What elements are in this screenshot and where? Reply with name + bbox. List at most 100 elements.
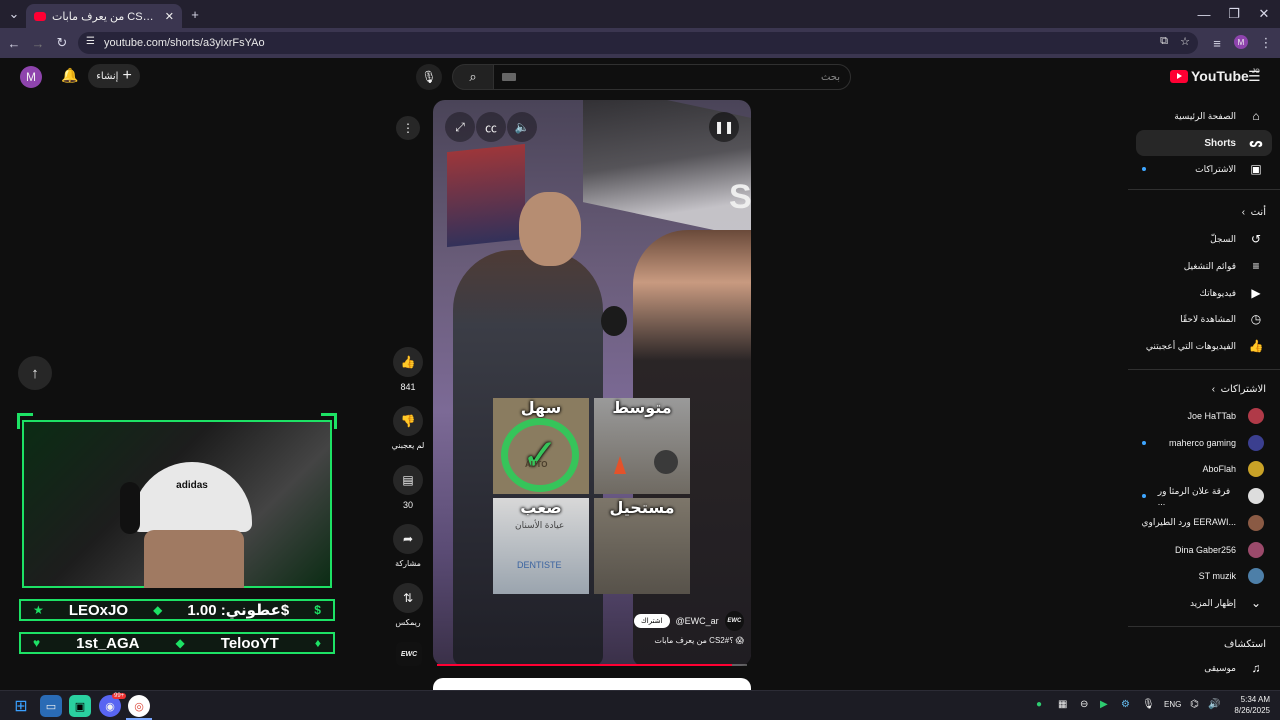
url-text: youtube.com/shorts/a3ylxrFsYAo xyxy=(104,37,265,49)
channel-avatar xyxy=(1248,488,1264,505)
site-info-icon[interactable]: ☰ xyxy=(86,36,95,47)
steam-icon[interactable]: ⚙ xyxy=(1121,699,1130,710)
forward-icon[interactable]: → xyxy=(28,33,48,53)
dislike-button[interactable]: 👎 xyxy=(393,406,423,436)
more-options-icon[interactable]: ⋮ xyxy=(396,116,420,140)
channel-avatar[interactable]: EWC xyxy=(724,611,744,631)
input-language[interactable]: ENG xyxy=(1164,700,1181,709)
minimize-icon[interactable]: — xyxy=(1194,4,1214,24)
comments-action: ▤ 30 xyxy=(393,465,423,510)
sidebar-subscription-item[interactable]: Joe HaTTab xyxy=(1136,403,1272,429)
network-icon[interactable]: ⌬ xyxy=(1190,699,1199,710)
sign-text: عيادة الأسنان xyxy=(515,520,565,530)
share-button[interactable]: ➦ xyxy=(393,524,423,554)
plus-icon: + xyxy=(122,67,132,84)
sidebar-item-shorts[interactable]: Shorts ᔕ xyxy=(1136,130,1272,156)
sound-thumbnail[interactable]: EWC xyxy=(396,642,422,666)
sidebar-subscription-item[interactable]: maherco gaming xyxy=(1136,430,1272,456)
youtube-logo[interactable]: YouTube JO xyxy=(1170,68,1260,84)
windows-start-icon[interactable]: ⊞ xyxy=(10,695,32,717)
file-explorer-icon[interactable]: ▭ xyxy=(40,695,62,717)
clock[interactable]: 5:34 AM 8/26/2025 xyxy=(1226,694,1270,716)
remix-button[interactable]: ⇅ xyxy=(393,583,423,613)
cast-icon[interactable]: ⧉ xyxy=(1160,35,1168,48)
notifications-bell-icon[interactable]: 🔔 xyxy=(61,67,78,84)
media-controls-icon[interactable]: ≡ xyxy=(1207,33,1227,53)
like-button[interactable]: 👍 xyxy=(393,347,423,377)
volume-icon[interactable]: 🔈 xyxy=(507,112,537,142)
sidebar-section-you[interactable]: ‹ أنت xyxy=(1140,207,1266,218)
close-window-icon[interactable]: ✕ xyxy=(1254,4,1274,24)
bookmark-star-icon[interactable]: ☆ xyxy=(1180,35,1190,48)
browser-tab[interactable]: من يعرف مابات CS2#؟ 😱 - ✕ xyxy=(26,4,182,28)
sidebar-item-music[interactable]: موسيقى ♫ xyxy=(1136,655,1272,681)
donation-text: عطوني: 1.00$ xyxy=(187,602,290,619)
tray-play-icon[interactable]: ▶ xyxy=(1100,699,1108,710)
address-bar[interactable]: ☰ youtube.com/shorts/a3ylxrFsYAo ⧉ ☆ xyxy=(78,32,1198,54)
pause-icon[interactable]: ❚❚ xyxy=(709,112,739,142)
subscription-name: maherco gaming xyxy=(1168,437,1236,448)
sidebar-subscription-item[interactable]: ST muzik xyxy=(1136,563,1272,589)
search-placeholder: بحث xyxy=(820,71,840,83)
fullscreen-icon[interactable]: ⤢ xyxy=(445,112,475,142)
app-icon[interactable]: ▣ xyxy=(69,695,91,717)
tab-search-icon[interactable]: ⌄ xyxy=(4,4,24,24)
playlists-icon: ≡ xyxy=(1252,259,1260,273)
restore-icon[interactable]: ❐ xyxy=(1224,4,1244,24)
channel-avatar xyxy=(1248,434,1264,451)
share-action: ➦ مشاركة xyxy=(393,524,423,568)
keyboard-icon[interactable] xyxy=(502,73,516,81)
sidebar-item-home[interactable]: الصفحة الرئيسية ⌂ xyxy=(1136,103,1272,129)
volume-tray-icon[interactable]: 🔊 xyxy=(1208,699,1220,710)
sidebar-item-your-videos[interactable]: فيديوهاتك ▶ xyxy=(1136,280,1272,306)
sidebar-subscription-item[interactable]: فرقة علان الرمثا ور ... xyxy=(1136,483,1272,509)
new-tab-icon[interactable]: + xyxy=(185,4,205,24)
browser-menu-icon[interactable]: ⋮ xyxy=(1256,33,1276,53)
captions-icon[interactable]: ㏄ xyxy=(476,112,506,142)
grid-cell-impossible: مستحيل xyxy=(594,498,690,594)
comments-button[interactable]: ▤ xyxy=(393,465,423,495)
sidebar-subscription-item[interactable]: AboFlah xyxy=(1136,456,1272,482)
comment-count: 30 xyxy=(402,500,413,510)
sidebar-subscription-item[interactable]: ورد الطيراوي EERAWI... xyxy=(1136,510,1272,536)
channel-avatar xyxy=(1248,541,1264,558)
sidebar-item-subscriptions[interactable]: الاشتراكات ▣ xyxy=(1136,156,1272,182)
tray-status-icon[interactable]: ● xyxy=(1036,699,1042,710)
browser-profile-avatar[interactable]: M xyxy=(1234,35,1248,49)
tab-close-icon[interactable]: ✕ xyxy=(165,10,174,23)
comment-icon: ▤ xyxy=(402,473,414,487)
tray-app-icon[interactable]: ⊖ xyxy=(1080,699,1088,710)
channel-avatar xyxy=(1248,408,1264,424)
subscription-name: ST muzik xyxy=(1198,571,1236,582)
search-input[interactable]: بحث xyxy=(493,64,851,90)
search-button[interactable]: ⌕ xyxy=(452,64,494,90)
tray-app-icon[interactable]: ▦ xyxy=(1058,699,1067,710)
sidebar-item-history[interactable]: السجلّ ↺ xyxy=(1136,226,1272,252)
watch-later-icon: ◷ xyxy=(1250,312,1262,326)
donor-banner-row-1: ★ LEOxJO ◆ عطوني: 1.00$ $ xyxy=(19,599,335,621)
account-avatar[interactable]: M xyxy=(20,66,42,88)
sidebar-item-watch-later[interactable]: المشاهدة لاحقًا ◷ xyxy=(1136,306,1272,332)
sidebar-item-label: فيديوهاتك xyxy=(1199,287,1236,298)
reload-icon[interactable]: ↻ xyxy=(52,33,72,53)
subscribe-button[interactable]: اشتراك xyxy=(634,614,670,628)
microphone-tray-icon[interactable]: 🎙 xyxy=(1142,699,1155,710)
chrome-icon[interactable]: ◎ xyxy=(128,695,150,717)
like-count: 841 xyxy=(400,382,416,392)
sidebar-show-more[interactable]: إظهار المزيد ⌄ xyxy=(1136,590,1272,616)
sidebar-section-subscriptions[interactable]: ‹ الاشتراكات xyxy=(1140,384,1266,395)
video-caption[interactable]: من يعرف مابات CS2#؟ 😱 xyxy=(640,636,744,645)
video-progress-bar[interactable] xyxy=(437,664,747,666)
channel-name[interactable]: @EWC_ar xyxy=(676,616,719,626)
subscription-name: Joe HaTTab xyxy=(1187,411,1236,421)
guide-menu-icon[interactable]: ☰ xyxy=(1248,68,1261,85)
cap-logo: adidas xyxy=(132,462,252,532)
sidebar-item-playlists[interactable]: قوائم التشغيل ≡ xyxy=(1136,253,1272,279)
previous-short-button[interactable]: ↑ xyxy=(18,356,52,390)
stage-letter: S xyxy=(729,178,751,216)
create-button[interactable]: إنشاء + xyxy=(88,64,140,88)
voice-search-mic-icon[interactable]: 🎙 xyxy=(416,64,442,90)
sidebar-item-liked-videos[interactable]: الفيديوهات التي أعجبتني 👍 xyxy=(1136,333,1272,359)
sidebar-subscription-item[interactable]: Dina Gaber256 xyxy=(1136,537,1272,563)
back-icon[interactable]: ← xyxy=(4,33,24,53)
